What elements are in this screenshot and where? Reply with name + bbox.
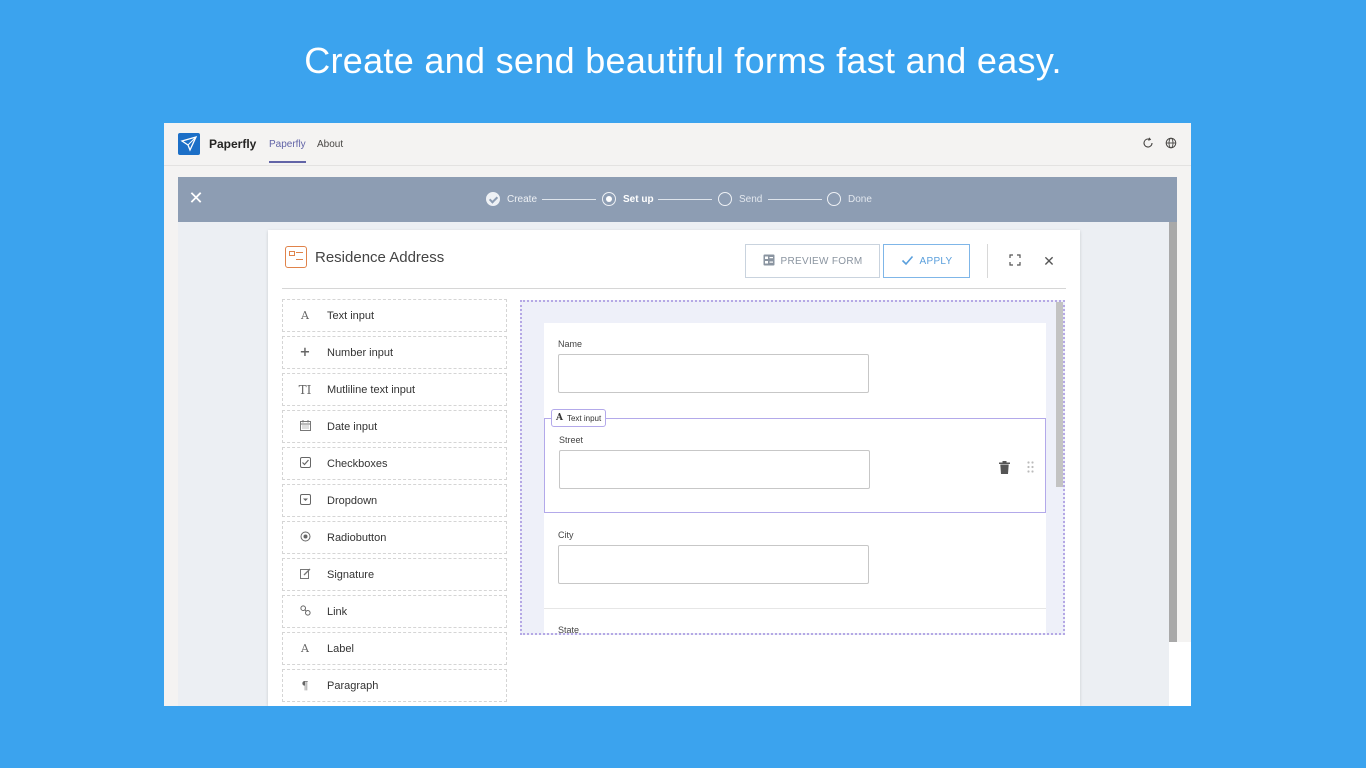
tab-paperfly[interactable]: Paperfly (269, 139, 306, 163)
step-pending-icon (718, 192, 732, 206)
palette-item-date-input[interactable]: Date input (282, 410, 507, 443)
step-set-up: Set up (602, 192, 654, 206)
form-icon (285, 246, 307, 268)
field-type-tag: A Text input (551, 409, 607, 427)
page-scrollbar-track (1169, 642, 1191, 706)
dropdown-icon (283, 493, 327, 508)
palette-item-multiline-text-input[interactable]: TI Mutliline text input (282, 373, 507, 406)
wizard-close-icon[interactable]: ✕ (188, 188, 204, 208)
palette-item-dropdown[interactable]: Dropdown (282, 484, 507, 517)
text-icon: A (301, 309, 309, 322)
palette-label: Signature (327, 568, 375, 581)
app-name: Paperfly (209, 137, 257, 151)
trash-icon[interactable] (998, 461, 1010, 475)
step-connector (768, 199, 822, 200)
street-input[interactable] (559, 450, 870, 489)
step-connector (658, 199, 712, 200)
dialog-title: Residence Address (315, 249, 445, 266)
header-divider (987, 244, 988, 278)
step-done-icon (486, 192, 500, 206)
preview-icon (763, 254, 775, 269)
palette-label: Date input (327, 420, 378, 433)
label-icon: A (301, 642, 309, 655)
check-icon (901, 254, 914, 269)
apply-label: APPLY (919, 255, 953, 267)
plus-icon: + (299, 345, 311, 360)
palette-item-label[interactable]: A Label (282, 632, 507, 665)
palette-label: Label (327, 642, 354, 655)
app-window: Paperfly Paperfly About ✕ Create Set up … (164, 123, 1191, 706)
drag-handle-icon[interactable] (1025, 461, 1035, 475)
form-field-state[interactable]: State (544, 609, 1046, 635)
step-connector (542, 199, 596, 200)
palette-label: Number input (327, 346, 394, 359)
wizard-step-bar: ✕ Create Set up Send Done (178, 177, 1177, 222)
form-field-city[interactable]: City (544, 514, 1046, 609)
palette-item-signature[interactable]: Signature (282, 558, 507, 591)
step-label: Create (507, 193, 538, 205)
tab-about[interactable]: About (317, 139, 343, 150)
step-current-icon (602, 192, 616, 206)
link-icon (283, 604, 327, 619)
step-create: Create (486, 192, 537, 206)
canvas-scrollbar[interactable] (1056, 302, 1063, 487)
refresh-icon[interactable] (1141, 137, 1155, 151)
checkbox-icon (283, 456, 327, 471)
field-label: Street (559, 435, 584, 445)
expand-icon[interactable] (1007, 252, 1023, 270)
palette-label: Text input (327, 309, 375, 322)
palette-item-number-input[interactable]: + Number input (282, 336, 507, 369)
top-bar: Paperfly Paperfly About (164, 123, 1191, 166)
signature-pen-icon (283, 568, 327, 582)
palette-item-link[interactable]: Link (282, 595, 507, 628)
palette-label: Mutliline text input (327, 383, 416, 396)
preview-form-button[interactable]: PREVIEW FORM (745, 244, 880, 278)
palette-item-checkboxes[interactable]: Checkboxes (282, 447, 507, 480)
city-input[interactable] (558, 545, 869, 584)
preview-form-label: PREVIEW FORM (780, 255, 863, 267)
text-input-icon: A (556, 413, 563, 423)
field-type-label: Text input (566, 413, 602, 423)
radio-icon (283, 531, 327, 545)
field-label: State (558, 625, 580, 635)
palette-item-radiobutton[interactable]: Radiobutton (282, 521, 507, 554)
palette-label: Link (327, 605, 348, 618)
header-rule (282, 288, 1066, 289)
page-scrollbar[interactable] (1169, 222, 1177, 642)
form-field-name[interactable]: Name (544, 323, 1046, 418)
name-input[interactable] (558, 354, 869, 393)
palette-label: Checkboxes (327, 457, 388, 470)
step-send: Send (718, 192, 762, 206)
apply-button[interactable]: APPLY (883, 244, 970, 278)
paperfly-logo-icon (178, 133, 200, 155)
form-card: Name A Text input Street City State (544, 323, 1046, 635)
multiline-text-icon: TI (298, 382, 312, 397)
form-canvas[interactable]: Name A Text input Street City State (520, 300, 1065, 635)
field-label: City (558, 530, 574, 540)
close-icon[interactable]: ✕ (1041, 252, 1057, 270)
step-done: Done (827, 192, 872, 206)
form-editor-dialog: Residence Address PREVIEW FORM APPLY ✕ A… (268, 230, 1080, 706)
form-field-street[interactable]: A Text input Street (544, 409, 1046, 513)
paragraph-icon: ¶ (301, 679, 309, 692)
headline: Create and send beautiful forms fast and… (304, 40, 1062, 81)
field-label: Name (558, 339, 583, 349)
palette-label: Radiobutton (327, 531, 387, 544)
palette-item-text-input[interactable]: A Text input (282, 299, 507, 332)
palette-item-paragraph[interactable]: ¶ Paragraph (282, 669, 507, 702)
step-label: Set up (623, 193, 654, 205)
palette-label: Paragraph (327, 679, 379, 692)
component-palette: A Text input + Number input TI Mutliline… (282, 299, 507, 706)
step-label: Done (848, 193, 872, 205)
calendar-icon (283, 419, 327, 434)
palette-label: Dropdown (327, 494, 378, 507)
globe-icon[interactable] (1164, 137, 1178, 151)
step-label: Send (739, 193, 763, 205)
step-pending-icon (827, 192, 841, 206)
